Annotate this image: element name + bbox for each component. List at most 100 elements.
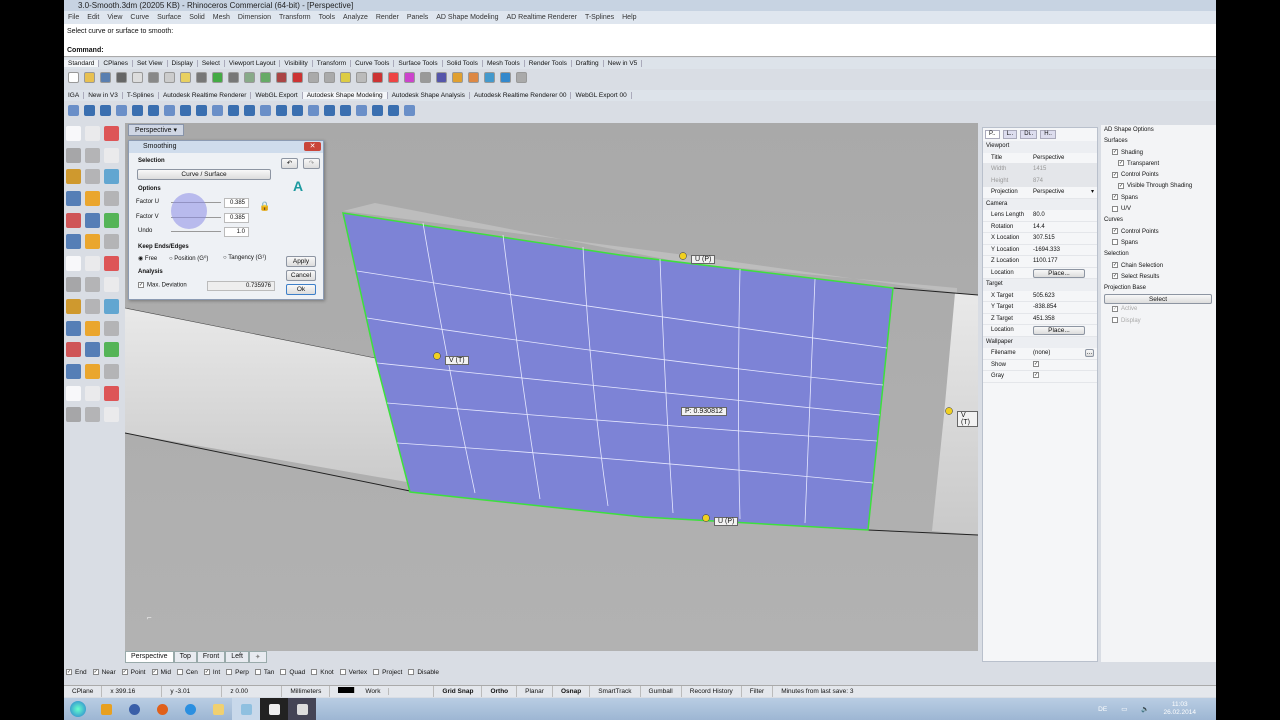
view-tab-perspective[interactable]: Perspective (125, 651, 174, 663)
toolbar-icon[interactable] (420, 71, 431, 83)
left-toolbar-icon[interactable] (104, 190, 119, 206)
menu-t-splines[interactable]: T-Splines (585, 14, 614, 21)
left-toolbar-icon[interactable] (85, 277, 100, 293)
left-toolbar-icon[interactable] (104, 126, 119, 141)
toolbar-tab-autodesk-shape-analysis[interactable]: Autodesk Shape Analysis (387, 92, 470, 99)
shape-modeling-icon[interactable] (244, 104, 255, 116)
control-points-checkbox[interactable]: ✓ Control Points (1104, 170, 1216, 181)
factor-v-input[interactable]: 0.385 (224, 213, 249, 223)
left-toolbar-icon[interactable] (85, 212, 100, 228)
left-toolbar-icon[interactable] (85, 299, 100, 315)
explorer-icon[interactable] (204, 698, 232, 720)
start-button[interactable] (64, 698, 92, 720)
toolbar-tab-transform[interactable]: Transform (312, 60, 352, 67)
x-target-value[interactable]: 505.623 (1033, 291, 1097, 302)
shape-modeling-icon[interactable] (324, 104, 335, 116)
osnap-knot[interactable]: Knot (311, 669, 334, 676)
shape-modeling-icon[interactable] (100, 104, 111, 116)
shape-modeling-icon[interactable] (84, 104, 95, 116)
osnap-checkbox[interactable] (254, 669, 261, 676)
menu-panels[interactable]: Panels (407, 14, 428, 21)
filter-toggle[interactable]: Filter (742, 686, 774, 697)
active-checkbox[interactable]: ✓ Active (1104, 304, 1216, 315)
camtasia-icon[interactable] (288, 698, 316, 720)
chain-selection-checkbox[interactable]: ✓ Chain Selection (1104, 261, 1216, 272)
left-toolbar-icon[interactable] (66, 169, 81, 185)
menu-mesh[interactable]: Mesh (213, 14, 230, 21)
toolbar-tab-t-splines[interactable]: T-Splines (122, 92, 159, 99)
left-toolbar-icon[interactable] (85, 147, 100, 163)
cplane-label[interactable]: CPlane (64, 686, 103, 697)
shape-modeling-icon[interactable] (116, 104, 127, 116)
menu-ad-realtime-renderer[interactable]: AD Realtime Renderer (507, 14, 577, 21)
osnap-quad[interactable]: Quad (280, 669, 305, 676)
shape-modeling-icon[interactable] (308, 104, 319, 116)
volume-icon[interactable]: 🔈 (1141, 705, 1149, 713)
title-value[interactable]: Perspective (1033, 153, 1097, 164)
osnap-checkbox[interactable] (373, 669, 380, 676)
toolbar-icon[interactable] (116, 71, 127, 83)
toolbar-icon[interactable] (500, 71, 511, 83)
toolbar-icon[interactable] (388, 71, 399, 83)
shape-modeling-icon[interactable] (196, 104, 207, 116)
shape-modeling-icon[interactable] (132, 104, 143, 116)
menu-ad-shape-modeling[interactable]: AD Shape Modeling (436, 14, 498, 21)
rotation-value[interactable]: 14.4 (1033, 222, 1097, 233)
menu-file[interactable]: File (68, 14, 79, 21)
target-place-button[interactable]: Place... (1033, 326, 1085, 335)
left-toolbar-icon[interactable] (104, 277, 119, 293)
menu-curve[interactable]: Curve (130, 14, 149, 21)
toolbar-icon[interactable] (372, 71, 383, 83)
left-toolbar-icon[interactable] (66, 320, 81, 336)
toolbar-icon[interactable] (68, 71, 79, 83)
left-toolbar-icon[interactable] (85, 234, 100, 250)
toolbar-icon[interactable] (244, 71, 255, 83)
left-toolbar-icon[interactable] (66, 147, 81, 163)
osnap-checkbox[interactable]: ✓ (92, 669, 99, 676)
shape-modeling-icon[interactable] (276, 104, 287, 116)
toolbar-tab-webgl-export-00[interactable]: WebGL Export 00 (571, 92, 632, 99)
projection-dropdown[interactable]: Perspective (1033, 187, 1091, 198)
osnap-checkbox[interactable] (280, 669, 287, 676)
layer[interactable]: Work (330, 686, 435, 697)
y-location-value[interactable]: -1694.333 (1033, 245, 1097, 256)
gumball-toggle[interactable]: Gumball (641, 686, 682, 697)
toolbar-tab-new-in-v3[interactable]: New in V3 (84, 92, 123, 99)
toolbar-icon[interactable] (468, 71, 479, 83)
shape-modeling-icon[interactable] (372, 104, 383, 116)
osnap-checkbox[interactable] (226, 669, 233, 676)
menu-dimension[interactable]: Dimension (238, 14, 271, 21)
toolbar-icon[interactable] (260, 71, 271, 83)
cancel-button[interactable]: Cancel (286, 270, 316, 281)
command-area[interactable]: Select curve or surface to smooth: Comma… (64, 24, 1216, 57)
osnap-project[interactable]: Project (373, 669, 402, 676)
properties-tab[interactable]: H.. (1040, 130, 1056, 139)
toolbar-icon[interactable] (324, 71, 335, 83)
shape-modeling-icon[interactable] (148, 104, 159, 116)
left-toolbar-icon[interactable] (104, 299, 119, 315)
toolbar-tab-webgl-export[interactable]: WebGL Export (251, 92, 303, 99)
left-toolbar-icon[interactable] (66, 255, 81, 271)
left-toolbar-icon[interactable] (66, 234, 81, 250)
osnap-disable[interactable]: Disable (408, 669, 439, 676)
transparent-checkbox[interactable]: ✓ Transparent (1104, 159, 1216, 170)
toolbar-tab-new-in-v5[interactable]: New in V5 (603, 60, 643, 67)
max-deviation-checkbox[interactable]: ✓ Max. Deviation (138, 282, 187, 289)
left-toolbar-icon[interactable] (66, 364, 81, 380)
left-toolbar-icon[interactable] (104, 255, 119, 271)
menu-surface[interactable]: Surface (157, 14, 181, 21)
toolbar-icon[interactable] (436, 71, 447, 83)
select-results-checkbox[interactable]: ✓ Select Results (1104, 272, 1216, 283)
camera-place-button[interactable]: Place... (1033, 268, 1085, 278)
browse-button[interactable]: … (1085, 349, 1094, 357)
record-history-toggle[interactable]: Record History (682, 686, 742, 697)
toolbar-icon[interactable] (404, 71, 415, 83)
toolbar-tab-iga[interactable]: IGA (64, 92, 85, 99)
left-toolbar-icon[interactable] (104, 169, 119, 185)
app-icon[interactable] (232, 698, 260, 720)
rhino-icon[interactable] (260, 698, 288, 720)
osnap-tan[interactable]: Tan (254, 669, 274, 676)
osnap-mid[interactable]: ✓ Mid (151, 669, 171, 676)
toolbar-icon[interactable] (484, 71, 495, 83)
view-tab-top[interactable]: Top (173, 651, 197, 663)
